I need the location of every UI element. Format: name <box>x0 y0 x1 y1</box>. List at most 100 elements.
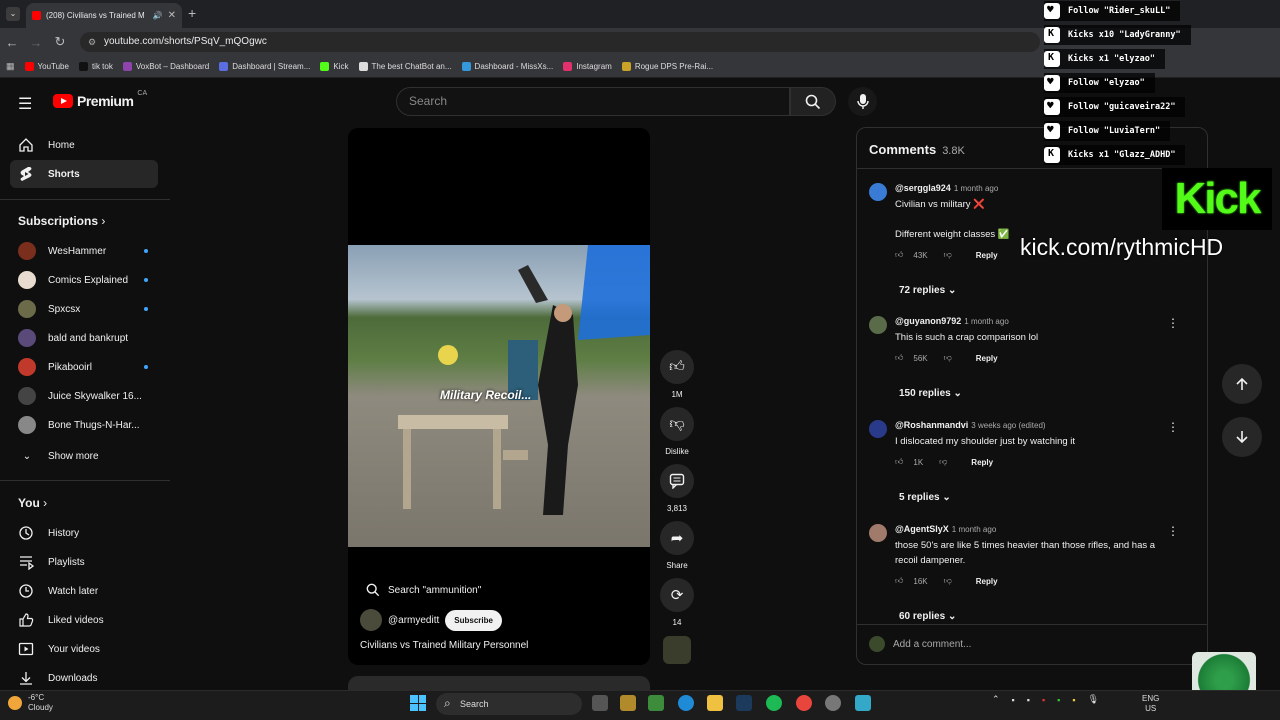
tray-app-icon[interactable]: ▪ <box>1072 695 1075 705</box>
subscription-item[interactable]: Pikabooirl <box>18 357 158 377</box>
commenter-avatar[interactable] <box>869 183 887 201</box>
comment-author[interactable]: @Roshanmandvi <box>895 420 968 430</box>
like-button[interactable]: 👍︎ <box>660 350 694 384</box>
thumbs-down-icon[interactable]: 👎︎ <box>939 457 947 467</box>
subscriptions-heading[interactable]: Subscriptions › <box>18 214 105 228</box>
next-short-preview[interactable] <box>348 676 650 690</box>
tray-app-icon[interactable]: ▪ <box>1027 695 1030 705</box>
comments-button[interactable] <box>660 464 694 498</box>
thumbs-down-icon[interactable]: 👎︎ <box>944 250 952 260</box>
reply-button[interactable]: Reply <box>976 354 998 363</box>
microphone-icon[interactable]: 🎙︎ <box>1088 694 1099 705</box>
comment-author[interactable]: @guyanon9792 <box>895 316 961 326</box>
thumbs-up-icon[interactable]: 👍︎ <box>895 457 903 467</box>
bookmark-item[interactable]: Kick <box>320 62 349 71</box>
bookmark-item[interactable]: Rogue DPS Pre-Rai... <box>621 62 713 71</box>
subscription-item[interactable]: Comics Explained <box>18 270 158 290</box>
sidebar-item-playlists[interactable]: Playlists <box>10 548 158 576</box>
remix-button[interactable]: ⟳ <box>660 578 694 612</box>
reload-icon[interactable]: ↻ <box>48 34 72 50</box>
search-suggestion-link[interactable]: Search "ammunition" <box>366 583 481 597</box>
sidebar-item-downloads[interactable]: Downloads <box>10 664 158 692</box>
bookmark-item[interactable]: VoxBot – Dashboard <box>122 62 209 71</box>
subscribe-button[interactable]: Subscribe <box>445 609 502 631</box>
bookmark-item[interactable]: tik tok <box>78 62 113 71</box>
next-short-button[interactable] <box>1222 417 1262 457</box>
comment-author[interactable]: @serggla924 <box>895 183 951 193</box>
sidebar-item-watch-later[interactable]: Watch later <box>10 577 158 605</box>
commenter-avatar[interactable] <box>869 316 887 334</box>
comment-time[interactable]: 1 month ago <box>954 184 998 193</box>
view-replies-button[interactable]: 5 replies ⌄ <box>899 492 951 503</box>
bookmark-item[interactable]: Dashboard | Stream... <box>219 62 310 71</box>
voice-search-button[interactable] <box>848 87 877 116</box>
taskbar-search[interactable]: Search <box>436 692 582 715</box>
forward-icon[interactable]: → <box>24 35 48 50</box>
weather-widget[interactable]: -6°C Cloudy <box>8 693 53 713</box>
channel-name[interactable]: @armyeditt <box>388 615 439 626</box>
tray-app-icon[interactable]: ▪ <box>1042 695 1045 705</box>
close-tab-icon[interactable]: ✕ <box>168 10 176 21</box>
share-button[interactable]: ➦ <box>660 521 694 555</box>
sidebar-item-shorts[interactable]: Shorts <box>10 160 158 188</box>
spotify-icon[interactable] <box>766 695 782 711</box>
tray-app-icon[interactable]: ▪ <box>1012 695 1015 705</box>
subscription-item[interactable]: WesHammer <box>18 241 158 261</box>
tray-app-icon[interactable]: ▪ <box>1057 695 1060 705</box>
previous-short-button[interactable] <box>1222 364 1262 404</box>
app-icon[interactable] <box>648 695 664 711</box>
subscription-item[interactable]: Bone Thugs-N-Har... <box>18 415 158 435</box>
video-title[interactable]: Civilians vs Trained Military Personnel <box>360 640 528 651</box>
view-replies-button[interactable]: 72 replies ⌄ <box>899 285 956 296</box>
obs-icon[interactable] <box>825 695 841 711</box>
more-options-icon[interactable]: ⋮ <box>1167 316 1179 330</box>
chevron-up-icon[interactable]: ⌃ <box>992 694 1000 705</box>
wow-icon[interactable] <box>620 695 636 711</box>
sidebar-item-home[interactable]: Home <box>10 131 158 159</box>
site-info-icon[interactable]: ⚙ <box>88 32 96 52</box>
dislike-action[interactable]: 👎︎ Dislike <box>659 407 695 456</box>
browser-tab[interactable]: (208) Civilians vs Trained M 🔊 ✕ <box>26 3 182 28</box>
start-button[interactable] <box>410 695 426 711</box>
apps-icon[interactable]: ▦ <box>6 61 15 72</box>
reply-button[interactable]: Reply <box>976 577 998 586</box>
language-indicator[interactable]: ENG US <box>1142 694 1159 714</box>
bookmark-item[interactable]: The best ChatBot an... <box>358 62 452 71</box>
subscription-item[interactable]: Juice Skywalker 16... <box>18 386 158 406</box>
sidebar-item-liked-videos[interactable]: Liked videos <box>10 606 158 634</box>
address-bar[interactable]: ⚙ youtube.com/shorts/PSqV_mQOgwc <box>80 32 1040 52</box>
thumbs-down-icon[interactable]: 👎︎ <box>944 353 952 363</box>
add-comment-field[interactable]: Add a comment... <box>869 636 971 652</box>
back-icon[interactable]: ← <box>0 35 24 50</box>
subscription-item[interactable]: bald and bankrupt <box>18 328 158 348</box>
show-more-button[interactable]: ⌄ Show more <box>18 446 158 466</box>
view-replies-button[interactable]: 150 replies ⌄ <box>899 388 962 399</box>
menu-icon[interactable]: ☰ <box>18 94 32 114</box>
bookmark-item[interactable]: YouTube <box>24 62 69 71</box>
bookmark-item[interactable]: Instagram <box>563 62 612 71</box>
view-replies-button[interactable]: 60 replies ⌄ <box>899 611 956 622</box>
task-view-icon[interactable] <box>592 695 608 711</box>
search-input[interactable]: Search <box>396 87 790 116</box>
chrome-icon[interactable] <box>796 695 812 711</box>
more-options-icon[interactable]: ⋮ <box>1167 420 1179 434</box>
thumbs-up-icon[interactable]: 👍︎ <box>895 353 903 363</box>
thumbs-up-icon[interactable]: 👍︎ <box>895 576 903 586</box>
dislike-button[interactable]: 👎︎ <box>660 407 694 441</box>
you-heading[interactable]: You › <box>18 496 47 510</box>
tab-list-button[interactable]: ⌄ <box>6 7 20 21</box>
sidebar-item-history[interactable]: History <box>10 519 158 547</box>
notepad-icon[interactable] <box>855 695 871 711</box>
reply-button[interactable]: Reply <box>976 251 998 260</box>
comment-author[interactable]: @AgentSlyX <box>895 524 949 534</box>
thumbs-down-icon[interactable]: 👎︎ <box>944 576 952 586</box>
file-explorer-icon[interactable] <box>707 695 723 711</box>
like-action[interactable]: 👍︎ 1M <box>659 350 695 399</box>
thumbs-up-icon[interactable]: 👍︎ <box>895 250 903 260</box>
search-button[interactable] <box>790 87 836 116</box>
commenter-avatar[interactable] <box>869 524 887 542</box>
new-tab-button[interactable]: + <box>188 6 196 20</box>
subscription-item[interactable]: Spxcsx <box>18 299 158 319</box>
comment-time[interactable]: 1 month ago <box>952 525 996 534</box>
comment-time[interactable]: 3 weeks ago (edited) <box>971 421 1045 430</box>
